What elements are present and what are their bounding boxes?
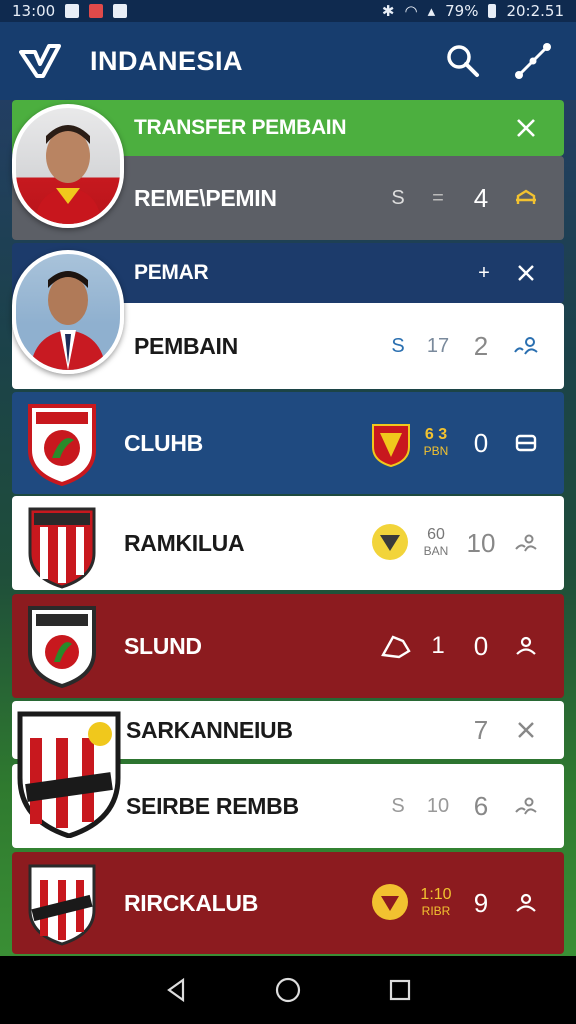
close-icon	[517, 119, 535, 137]
person-button[interactable]	[504, 628, 548, 664]
app-logo-icon[interactable]	[18, 39, 62, 83]
system-nav-bar	[0, 956, 576, 1024]
person-icon	[515, 797, 537, 815]
club-name: CLUHB	[124, 429, 203, 456]
club-crest-icon[interactable]	[16, 708, 122, 843]
person-icon	[516, 636, 536, 655]
bluetooth-icon: ✱	[381, 2, 395, 20]
player-link-button[interactable]	[504, 328, 548, 364]
club-name: SARKANNEIUB	[126, 716, 293, 743]
club-crest-icon[interactable]	[26, 604, 98, 693]
stat-value: 0	[473, 630, 489, 661]
status-time: 13:00	[12, 2, 56, 20]
stat-s: S	[391, 186, 405, 209]
stat-value: 4	[473, 182, 489, 213]
notification-icon	[89, 4, 104, 18]
page-title: INDANESIA	[90, 45, 244, 76]
club-crest-icon[interactable]	[26, 862, 98, 951]
stat-bottom: BAN	[423, 544, 449, 558]
battery-icon	[488, 4, 497, 18]
person-button[interactable]	[504, 885, 548, 921]
signal-icon: ▴	[427, 2, 436, 20]
close-button[interactable]	[504, 255, 548, 291]
list-button[interactable]	[504, 425, 548, 461]
club-badge-icon	[370, 421, 414, 468]
stat-top: 60	[427, 526, 445, 543]
boot-icon	[374, 624, 418, 668]
download-icon	[113, 4, 128, 18]
stat-bottom: PBN	[423, 444, 449, 458]
recents-button[interactable]	[380, 970, 420, 1010]
person-icon	[515, 534, 537, 552]
close-icon	[518, 722, 534, 738]
club-name: SEIRBE REMBB	[126, 792, 299, 819]
person-icon	[514, 337, 538, 355]
stat-value: 0	[473, 427, 489, 458]
club-crest-icon[interactable]	[26, 402, 98, 491]
club-badge-icon	[370, 521, 414, 565]
stat-value: 2	[473, 330, 489, 361]
club-badge-icon	[370, 881, 414, 925]
stat-value: 7	[473, 714, 489, 745]
stat-value: 10	[466, 527, 496, 558]
share-button[interactable]	[508, 36, 558, 86]
stat-top: 6 3	[424, 426, 448, 443]
club-crest-icon[interactable]	[26, 505, 98, 594]
status-clock-right: 20:2.51	[506, 2, 564, 20]
add-label: +	[478, 261, 490, 284]
wifi-icon: ◠	[404, 2, 418, 20]
close-button[interactable]	[504, 712, 548, 748]
home-icon	[275, 977, 301, 1003]
stat-s: S	[391, 794, 405, 817]
search-button[interactable]	[438, 36, 488, 86]
club-name: SLUND	[124, 632, 202, 659]
player-name: PEMBAIN	[134, 332, 238, 359]
app-bar: INDANESIA	[0, 22, 576, 100]
back-button[interactable]	[156, 970, 196, 1010]
list-icon	[515, 434, 537, 452]
gallery-icon	[65, 4, 80, 18]
home-button[interactable]	[268, 970, 308, 1010]
player-name: PEMAR	[134, 261, 209, 284]
close-icon	[518, 265, 534, 281]
stat-s: S	[391, 334, 405, 357]
stat-value: 9	[473, 887, 489, 918]
club-name: RIRCKALUB	[124, 889, 259, 916]
stat-eq: =	[432, 186, 444, 209]
transfer-title: TRANSFER PEMBAIN	[134, 116, 347, 139]
stat-top: 1:10	[420, 886, 452, 903]
back-icon	[167, 977, 185, 1003]
player-avatar[interactable]	[12, 250, 124, 374]
recents-icon	[389, 979, 411, 1001]
status-bar: 13:00 ✱ ◠ ▴ 79% 20:2.51	[0, 0, 576, 22]
club-name: RAMKILUA	[124, 529, 245, 556]
stat-matches: 10	[426, 794, 450, 817]
search-icon	[447, 45, 479, 77]
share-icon	[515, 43, 551, 79]
close-button[interactable]	[504, 110, 548, 146]
rank-button[interactable]	[504, 180, 548, 216]
person-icon	[516, 893, 536, 912]
stat-matches: 17	[426, 334, 450, 357]
person-button[interactable]	[504, 525, 548, 561]
person-button[interactable]	[504, 788, 548, 824]
stat-bottom: RIBR	[421, 904, 451, 918]
stat-value: 6	[473, 790, 489, 821]
battery-text: 79%	[445, 2, 479, 20]
stat-goals: 1	[431, 632, 445, 659]
rank-icon	[516, 189, 536, 204]
player-name: REME\PEMIN	[134, 184, 277, 211]
player-avatar[interactable]	[12, 104, 124, 228]
